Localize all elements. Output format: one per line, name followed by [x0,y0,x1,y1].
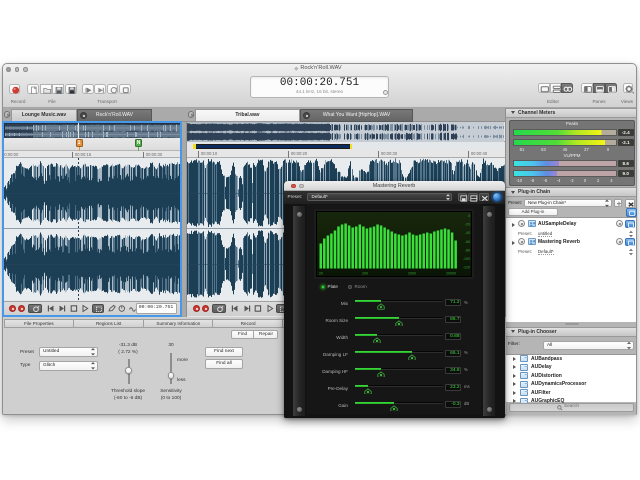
svg-text:-40: -40 [465,231,470,235]
svg-text:-120: -120 [463,266,470,270]
svg-text:-20: -20 [465,223,470,227]
svg-text:2000: 2000 [408,272,416,276]
svg-text:200: 200 [362,272,368,276]
svg-text:-60: -60 [465,240,470,244]
svg-text:20000: 20000 [446,272,456,276]
svg-text:-100: -100 [463,257,470,261]
svg-text:0: 0 [468,214,470,218]
svg-text:-80: -80 [465,248,470,252]
svg-text:20: 20 [319,272,323,276]
